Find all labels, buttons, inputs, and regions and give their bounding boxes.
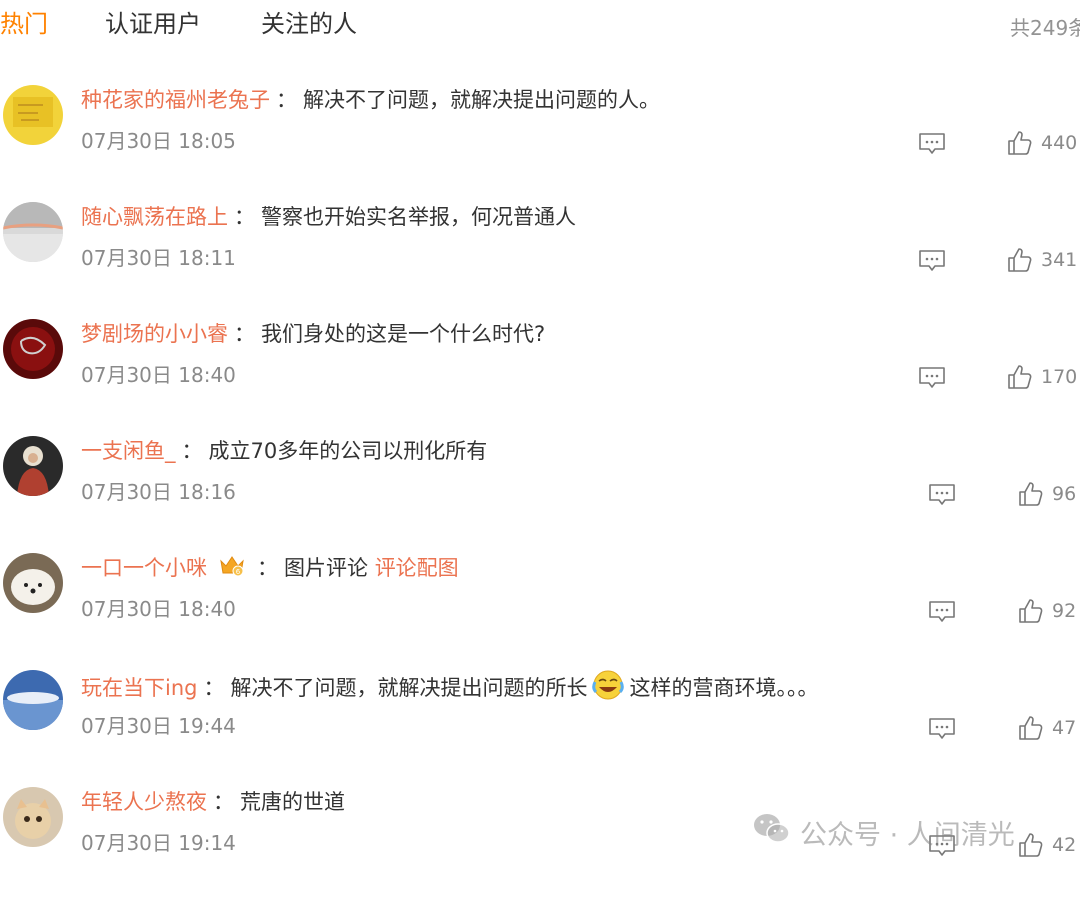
- comment-icon: [919, 133, 945, 154]
- tab-hot[interactable]: 热门: [0, 8, 48, 40]
- comment-icon: [929, 484, 955, 505]
- total-count: 共249条: [1010, 16, 1080, 40]
- username-link[interactable]: 一口一个小咪: [81, 556, 207, 580]
- tab-verified-users[interactable]: 认证用户: [105, 8, 201, 40]
- comment-item: 随心飘荡在路上：警察也开始实名举报，何况普通人 07月30日 18:11 341: [0, 202, 1080, 312]
- comment-item: 梦剧场的小小睿：我们身处的这是一个什么时代? 07月30日 18:40 170: [0, 319, 1080, 429]
- like-count: 96: [1052, 483, 1077, 505]
- comment-item: 玩在当下ing：解决不了问题，就解决提出问题的所长 这样的营商环境。。。 07月3…: [0, 670, 1080, 780]
- comment-icon: [929, 718, 955, 739]
- comment-icon: [919, 367, 945, 388]
- reply-button[interactable]: [918, 132, 946, 156]
- like-count: 341: [1041, 249, 1078, 271]
- comment-text: 警察也开始实名举报，何况普通人: [261, 205, 576, 229]
- comment-text: 解决不了问题，就解决提出问题的所长: [230, 676, 588, 700]
- separator: ：: [234, 322, 255, 346]
- thumb-up-icon: [1019, 833, 1043, 857]
- reply-button[interactable]: [918, 366, 946, 390]
- laugh-cry-emoji: [591, 670, 625, 708]
- comment-filter-tabs: 热门 认证用户 关注的人 共249条: [0, 0, 1080, 50]
- comment-text-continued: 这样的营商环境。。。: [629, 676, 819, 700]
- user-avatar[interactable]: [3, 553, 63, 613]
- comment-icon: [929, 601, 955, 622]
- comment-icon: [919, 250, 945, 271]
- comment-time: 07月30日 18:11: [81, 246, 236, 270]
- like-button[interactable]: 92: [1018, 597, 1076, 625]
- comment-time: 07月30日 18:16: [81, 480, 236, 504]
- user-avatar[interactable]: [3, 670, 63, 730]
- like-button[interactable]: 170: [1007, 363, 1077, 391]
- like-count: 42: [1052, 834, 1077, 856]
- like-button[interactable]: 96: [1018, 480, 1076, 508]
- watermark-text: 公众号 · 人间清光: [800, 819, 1015, 851]
- like-button[interactable]: 47: [1018, 714, 1076, 742]
- comment-text: 我们身处的这是一个什么时代?: [261, 322, 546, 346]
- comment-time: 07月30日 18:40: [81, 597, 236, 621]
- separator: ：: [257, 556, 278, 580]
- comment-item: 一支闲鱼_：成立70多年的公司以刑化所有 07月30日 18:16 96: [0, 436, 1080, 546]
- tab-following[interactable]: 关注的人: [261, 8, 357, 40]
- username-link[interactable]: 年轻人少熬夜: [81, 790, 207, 814]
- username-link[interactable]: 梦剧场的小小睿: [81, 322, 228, 346]
- user-avatar[interactable]: [3, 319, 63, 379]
- comment-item: 一口一个小咪 6 ：图片评论 评论配图 07月30日 18:40 92: [0, 553, 1080, 663]
- thumb-up-icon: [1008, 365, 1032, 389]
- crown-badge-icon: 6: [219, 553, 245, 585]
- like-count: 170: [1041, 366, 1078, 388]
- comment-time: 07月30日 18:05: [81, 129, 236, 153]
- like-button[interactable]: 341: [1007, 246, 1077, 274]
- comment-text: 成立70多年的公司以刑化所有: [208, 439, 488, 463]
- image-link[interactable]: 评论配图: [375, 556, 459, 580]
- comment-time: 07月30日 19:14: [81, 831, 236, 855]
- comment-item: 种花家的福州老兔子：解决不了问题，就解决提出问题的人。 07月30日 18:05…: [0, 85, 1080, 195]
- user-avatar[interactable]: [3, 202, 63, 262]
- username-link[interactable]: 玩在当下ing: [81, 676, 197, 700]
- username-link[interactable]: 一支闲鱼_: [81, 439, 176, 463]
- separator: ：: [276, 88, 297, 112]
- user-avatar[interactable]: [3, 787, 63, 847]
- watermark: 公众号 · 人间清光: [752, 812, 1015, 852]
- thumb-up-icon: [1008, 131, 1032, 155]
- user-avatar[interactable]: [3, 436, 63, 496]
- reply-button[interactable]: [928, 483, 956, 507]
- separator: ：: [234, 205, 255, 229]
- thumb-up-icon: [1019, 599, 1043, 623]
- username-link[interactable]: 种花家的福州老兔子: [81, 88, 270, 112]
- wechat-icon: [752, 812, 792, 853]
- thumb-up-icon: [1008, 248, 1032, 272]
- like-button[interactable]: 440: [1007, 129, 1077, 157]
- reply-button[interactable]: [918, 249, 946, 273]
- comment-time: 07月30日 18:40: [81, 363, 236, 387]
- thumb-up-icon: [1019, 482, 1043, 506]
- like-count: 92: [1052, 600, 1077, 622]
- reply-button[interactable]: [928, 600, 956, 624]
- comment-text: 荒唐的世道: [240, 790, 345, 814]
- like-count: 440: [1041, 132, 1078, 154]
- comment-time: 07月30日 19:44: [81, 714, 236, 738]
- user-avatar[interactable]: [3, 85, 63, 145]
- comment-text: 解决不了问题，就解决提出问题的人。: [303, 88, 660, 112]
- like-button[interactable]: 42: [1018, 831, 1076, 859]
- separator: ：: [203, 676, 225, 700]
- username-link[interactable]: 随心飘荡在路上: [81, 205, 228, 229]
- comment-text: 图片评论: [284, 556, 368, 580]
- reply-button[interactable]: [928, 717, 956, 741]
- thumb-up-icon: [1019, 716, 1043, 740]
- like-count: 47: [1052, 717, 1077, 739]
- separator: ：: [181, 439, 203, 463]
- separator: ：: [213, 790, 234, 814]
- svg-text:6: 6: [236, 568, 241, 576]
